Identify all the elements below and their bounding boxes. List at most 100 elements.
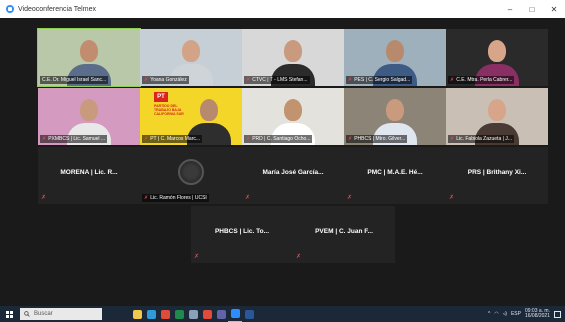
- system-tray: ^ ◠ ◃) ESP 09:03 a. m. 16/08/2021: [488, 306, 565, 322]
- participant-tile[interactable]: María José García... ✗: [242, 147, 344, 204]
- mic-muted-icon: ✗: [194, 254, 200, 260]
- participant-tile[interactable]: MORENA | Lic. R... ✗: [38, 147, 140, 204]
- chrome-icon[interactable]: [158, 306, 172, 322]
- chrome-icon-2[interactable]: [200, 306, 214, 322]
- participant-name: PMC | M.A.E. Hé...: [367, 169, 423, 176]
- party-logo: PT: [154, 92, 168, 102]
- participant-head: [80, 40, 98, 62]
- language-indicator[interactable]: ESP: [511, 311, 521, 317]
- video-gallery: C.E. Dr. Miguel Israel Sanc... ✗ Yoana Gon…: [0, 18, 565, 306]
- participant-tile[interactable]: ✗ PES | C. Sergio Salgad...: [344, 29, 446, 86]
- chevron-up-icon[interactable]: ^: [488, 311, 490, 317]
- start-button[interactable]: [0, 306, 18, 322]
- participant-name: ✗ PES | C. Sergio Salgad...: [346, 76, 413, 84]
- participant-tile[interactable]: C.E. Dr. Miguel Israel Sanc...: [37, 28, 141, 87]
- teams-icon[interactable]: [214, 306, 228, 322]
- search-icon: [24, 311, 30, 317]
- close-button[interactable]: ✕: [543, 0, 565, 18]
- zoom-icon[interactable]: [228, 306, 242, 322]
- notifications-icon[interactable]: [554, 310, 561, 318]
- taskbar: Buscar ^ ◠ ◃) ESP 09:03 a. m. 16/08/2021: [0, 306, 565, 322]
- clock[interactable]: 09:03 a. m. 16/08/2021: [525, 309, 550, 319]
- mic-muted-icon: ✗: [449, 195, 455, 201]
- participant-name: PHBCS | Lic. To...: [214, 228, 270, 235]
- minimize-button[interactable]: –: [499, 0, 521, 18]
- participant-tile[interactable]: ✗ Yoana González: [140, 29, 242, 86]
- taskbar-search[interactable]: Buscar: [20, 308, 102, 320]
- participant-head: [386, 99, 404, 121]
- participant-head: [284, 99, 302, 121]
- participant-name-text: PHBCS | Mtro. Gilver...: [354, 136, 406, 142]
- participant-tile[interactable]: ✗ Lic. Ramón Flores | UCSI: [140, 147, 242, 204]
- participant-tile[interactable]: ✗ PHBCS | Mtro. Gilver...: [344, 88, 446, 145]
- participant-name: ✗ CTVC | T - LMS Stefan...: [244, 76, 310, 84]
- participant-head: [80, 99, 98, 121]
- mic-muted-icon: ✗: [144, 136, 149, 142]
- mic-muted-icon: ✗: [144, 195, 149, 201]
- participant-tile[interactable]: ✗ C.E. Mtra. Perla Cabrer...: [446, 29, 548, 86]
- participant-head: [284, 40, 302, 62]
- participant-name-text: Yoana González: [150, 77, 187, 83]
- participant-name-text: PT | C. Marcos Marc...: [150, 136, 201, 142]
- mic-muted-icon: ✗: [450, 136, 455, 142]
- participant-name: ✗ PXMBCS | Lic. Samuel ...: [40, 135, 108, 143]
- search-placeholder: Buscar: [34, 311, 53, 317]
- participant-name-text: PRD | C. Santiago Ocho...: [252, 136, 311, 142]
- file-explorer-icon[interactable]: [130, 306, 144, 322]
- clock-date: 16/08/2021: [524, 313, 550, 319]
- profile-logo: [178, 159, 204, 185]
- participant-head: [488, 99, 506, 121]
- mic-muted-icon: ✗: [296, 254, 302, 260]
- participant-name: ✗ Yoana González: [142, 76, 189, 84]
- participant-head: [488, 40, 506, 62]
- participant-name: PVEM | C. Juan F...: [315, 228, 373, 235]
- mic-muted-icon: ✗: [450, 77, 455, 83]
- participant-tile[interactable]: ✗ CTVC | T - LMS Stefan...: [242, 29, 344, 86]
- participant-head: [386, 40, 404, 62]
- participant-name: ✗ Lic. Ramón Flores | UCSI: [142, 194, 209, 202]
- participant-name: María José García...: [262, 169, 324, 176]
- participant-name-text: C.E. Mtra. Perla Cabrer...: [456, 77, 513, 83]
- participant-head: [182, 40, 200, 62]
- participant-name-text: CTVC | T - LMS Stefan...: [252, 77, 308, 83]
- participant-name: PRS | Brithany Xi...: [467, 169, 527, 176]
- network-icon[interactable]: ◠: [494, 311, 498, 317]
- taskbar-apps: [130, 306, 256, 322]
- participant-name-text: PES | C. Sergio Salgad...: [354, 77, 411, 83]
- participant-head: [200, 99, 219, 121]
- window-title: Videoconferencia Telmex: [18, 5, 96, 13]
- participant-tile[interactable]: ✗ PRD | C. Santiago Ocho...: [242, 88, 344, 145]
- participant-name: ✗ C.E. Mtra. Perla Cabrer...: [448, 76, 515, 84]
- participant-tile[interactable]: PHBCS | Lic. To... ✗: [191, 206, 293, 263]
- mic-muted-icon: ✗: [245, 195, 251, 201]
- mic-muted-icon: ✗: [41, 195, 47, 201]
- participant-name-text: Lic. Ramón Flores | UCSI: [150, 195, 207, 201]
- participant-name: C.E. Dr. Miguel Israel Sanc...: [40, 76, 109, 84]
- mic-muted-icon: ✗: [347, 195, 353, 201]
- participant-tile[interactable]: PRS | Brithany Xi... ✗: [446, 147, 548, 204]
- maximize-button[interactable]: □: [521, 0, 543, 18]
- excel-icon[interactable]: [172, 306, 186, 322]
- participant-name: ✗ Lic. Fabiola Zazueta | J...: [448, 135, 514, 143]
- mic-muted-icon: ✗: [144, 77, 149, 83]
- mic-muted-icon: ✗: [348, 77, 353, 83]
- title-bar: Videoconferencia Telmex – □ ✕: [0, 0, 565, 18]
- participant-tile[interactable]: PT PARTIDO DEL TRABAJO BAJA CALIFORNIA SU…: [140, 88, 242, 145]
- participant-name: ✗ PHBCS | Mtro. Gilver...: [346, 135, 408, 143]
- participant-name: ✗ PT | C. Marcos Marc...: [142, 135, 203, 143]
- participant-name-text: PXMBCS | Lic. Samuel ...: [48, 136, 106, 142]
- participant-tile[interactable]: PMC | M.A.E. Hé... ✗: [344, 147, 446, 204]
- participant-name: ✗ PRD | C. Santiago Ocho...: [244, 135, 313, 143]
- file-icon[interactable]: [186, 306, 200, 322]
- volume-icon[interactable]: ◃): [503, 311, 507, 317]
- window-controls: – □ ✕: [499, 0, 565, 18]
- participant-tile[interactable]: PVEM | C. Juan F... ✗: [293, 206, 395, 263]
- participant-tile[interactable]: ✗ Lic. Fabiola Zazueta | J...: [446, 88, 548, 145]
- edge-icon[interactable]: [144, 306, 158, 322]
- participant-tile[interactable]: ✗ PXMBCS | Lic. Samuel ...: [38, 88, 140, 145]
- mic-muted-icon: ✗: [246, 136, 251, 142]
- participant-name: MORENA | Lic. R...: [60, 169, 118, 176]
- word-icon[interactable]: [242, 306, 256, 322]
- participant-name-text: Lic. Fabiola Zazueta | J...: [456, 136, 512, 142]
- windows-icon: [5, 310, 13, 318]
